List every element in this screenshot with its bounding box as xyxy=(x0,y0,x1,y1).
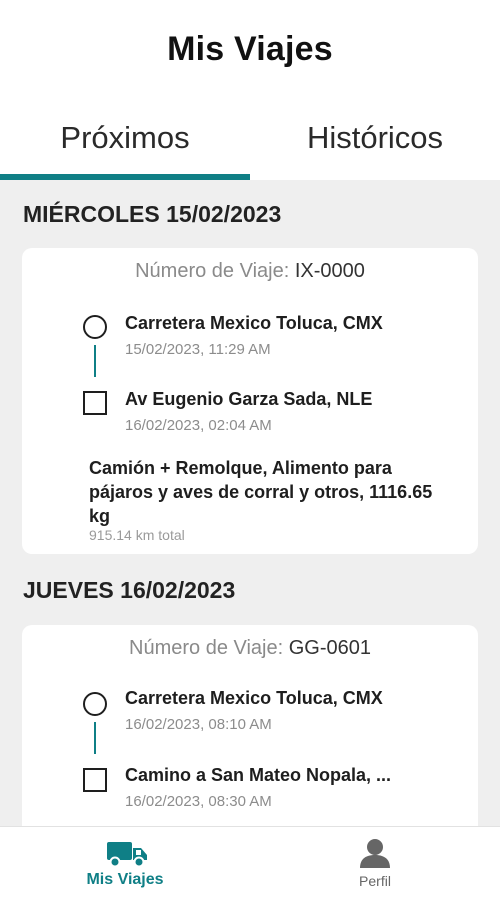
day-heading: MIÉRCOLES 15/02/2023 xyxy=(23,201,282,227)
square-icon xyxy=(83,391,107,415)
app-header: Mis Viajes Próximos Históricos xyxy=(0,0,500,180)
nav-label: Mis Viajes xyxy=(86,871,164,888)
nav-mis-viajes[interactable]: Mis Viajes xyxy=(0,827,250,900)
truck-icon xyxy=(107,842,147,868)
trip-number: Número de Viaje: IX-0000 xyxy=(22,260,478,283)
destination-datetime: 16/02/2023, 08:30 AM xyxy=(125,793,272,810)
circle-icon xyxy=(83,315,107,339)
trip-number-code: GG-0601 xyxy=(288,637,371,659)
trip-number: Número de Viaje: GG-0601 xyxy=(22,637,478,660)
user-icon xyxy=(360,839,390,868)
destination-name: Av Eugenio Garza Sada, NLE xyxy=(125,389,373,409)
trip-number-label: Número de Viaje: xyxy=(135,260,290,282)
trip-card[interactable]: Número de Viaje: GG-0601 Carretera Mexic… xyxy=(22,625,478,826)
nav-perfil[interactable]: Perfil xyxy=(250,827,500,900)
trip-distance: 915.14 km total xyxy=(89,527,185,543)
tab-historicos[interactable]: Históricos xyxy=(250,110,500,180)
bottom-navigation: Mis Viajes Perfil xyxy=(0,826,500,900)
tab-proximos[interactable]: Próximos xyxy=(0,110,250,180)
nav-label: Perfil xyxy=(359,873,391,889)
page-title: Mis Viajes xyxy=(167,30,333,68)
origin-name: Carretera Mexico Toluca, CMX xyxy=(125,688,383,708)
origin-name: Carretera Mexico Toluca, CMX xyxy=(125,313,383,333)
origin-datetime: 16/02/2023, 08:10 AM xyxy=(125,716,272,733)
destination-datetime: 16/02/2023, 02:04 AM xyxy=(125,417,272,434)
route-connector xyxy=(94,345,96,377)
tab-bar: Próximos Históricos xyxy=(0,110,500,180)
day-heading: JUEVES 16/02/2023 xyxy=(23,577,236,603)
trip-number-label: Número de Viaje: xyxy=(129,637,284,659)
route-connector xyxy=(94,722,96,754)
origin-datetime: 15/02/2023, 11:29 AM xyxy=(125,341,271,358)
circle-icon xyxy=(83,692,107,716)
destination-name: Camino a San Mateo Nopala, ... xyxy=(125,765,392,785)
square-icon xyxy=(83,768,107,792)
trips-list[interactable]: MIÉRCOLES 15/02/2023 Número de Viaje: IX… xyxy=(0,180,500,826)
trip-number-code: IX-0000 xyxy=(294,260,365,282)
trip-card[interactable]: Número de Viaje: IX-0000 Carretera Mexic… xyxy=(22,248,478,554)
cargo-description: Camión + Remolque, Alimento para pájaros… xyxy=(89,458,433,526)
